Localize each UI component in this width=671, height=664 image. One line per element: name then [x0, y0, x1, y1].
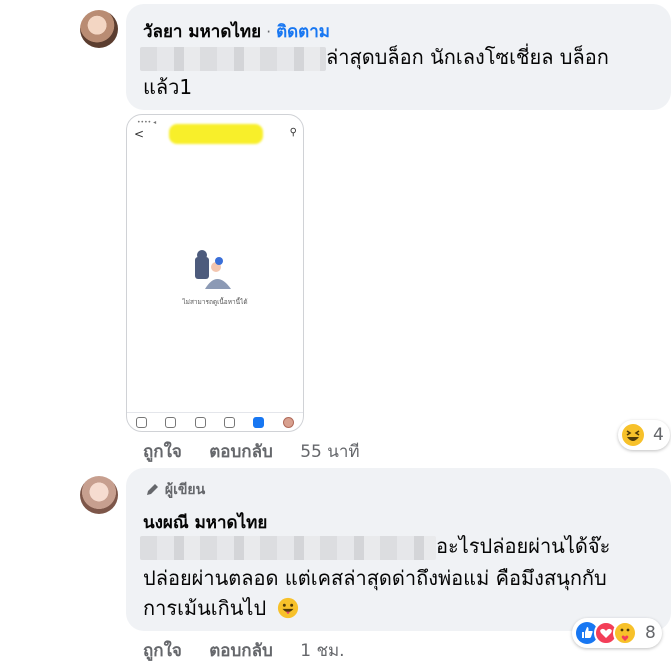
- reaction-count: 4: [653, 425, 664, 445]
- comment-text-line3-row: การเม้นเกินไป: [143, 593, 299, 623]
- phone-status-bar: •••• ◂: [137, 119, 157, 126]
- tongue-emoji-icon: [277, 597, 298, 619]
- home-tab-icon: [136, 416, 148, 428]
- marketplace-tab-icon: [224, 416, 236, 428]
- comment-text: ล่าสุดบล็อก นักเลงโซเชี่ยล บล็อก: [140, 42, 609, 72]
- pencil-icon: [147, 484, 158, 495]
- haha-emoji-icon: [622, 424, 644, 446]
- comment-text-line2: ปล่อยผ่านตลอด แต่เคสล่าสุดด่าถึงพ่อแม่ ค…: [143, 566, 607, 590]
- author-avatar[interactable]: [80, 476, 118, 514]
- comment-text-line1: ล่าสุดบล็อก นักเลงโซเชี่ยล บล็อก: [326, 45, 609, 69]
- author-badge-label: ผู้เขียน: [164, 482, 206, 498]
- comment-text-line1: อะไรปล่อยผ่านได้จ๊ะ: [436, 534, 611, 558]
- comment-timestamp[interactable]: 1 ชม.: [300, 641, 344, 661]
- comment-actions: ถูกใจ ตอบกลับ 55 นาที: [143, 438, 360, 465]
- highlight-blur-mark: [169, 124, 263, 144]
- blurred-mention: [140, 535, 436, 560]
- attached-screenshot[interactable]: •••• ◂ < ⚲ ไม่สามารถดูเนื้อหานี้ได้: [126, 114, 304, 432]
- groups-tab-icon: [194, 416, 206, 428]
- comment-actions: ถูกใจ ตอบกลับ 1 ชม.: [143, 637, 345, 664]
- reaction-count: 8: [645, 623, 656, 643]
- profile-tab-icon: [282, 416, 294, 428]
- comment-text-line3: การเม้นเกินไป: [143, 596, 267, 620]
- follow-link[interactable]: ติดตาม: [276, 22, 330, 42]
- reply-button[interactable]: ตอบกลับ: [209, 641, 273, 661]
- comment-author-name[interactable]: วัลยา มหาดไทย: [143, 22, 261, 42]
- author-badge: ผู้เขียน: [146, 479, 205, 501]
- blurred-mention: [140, 46, 326, 71]
- comment-text: อะไรปล่อยผ่านได้จ๊ะ: [140, 531, 610, 561]
- reaction-summary[interactable]: 4: [618, 420, 670, 450]
- back-arrow-icon: <: [134, 127, 145, 141]
- blocked-content-illustration-icon: [195, 250, 231, 289]
- phone-tab-bar: [127, 412, 303, 431]
- blocked-content-message: ไม่สามารถดูเนื้อหานี้ได้: [182, 298, 248, 306]
- like-button[interactable]: ถูกใจ: [143, 641, 182, 661]
- watch-tab-icon: [165, 416, 177, 428]
- notifications-tab-icon: [253, 416, 265, 428]
- commenter-avatar[interactable]: [80, 10, 118, 48]
- comment-header: วัลยา มหาดไทย · ติดตาม: [143, 18, 330, 45]
- comment-text-line2: แล้ว1: [143, 75, 193, 99]
- like-button[interactable]: ถูกใจ: [143, 442, 182, 462]
- separator-dot: ·: [266, 23, 271, 41]
- comment-timestamp[interactable]: 55 นาที: [300, 442, 359, 462]
- reaction-summary[interactable]: 8: [572, 618, 662, 648]
- search-icon: ⚲: [289, 127, 297, 138]
- reply-button[interactable]: ตอบกลับ: [209, 442, 273, 462]
- care-icon: [613, 621, 637, 645]
